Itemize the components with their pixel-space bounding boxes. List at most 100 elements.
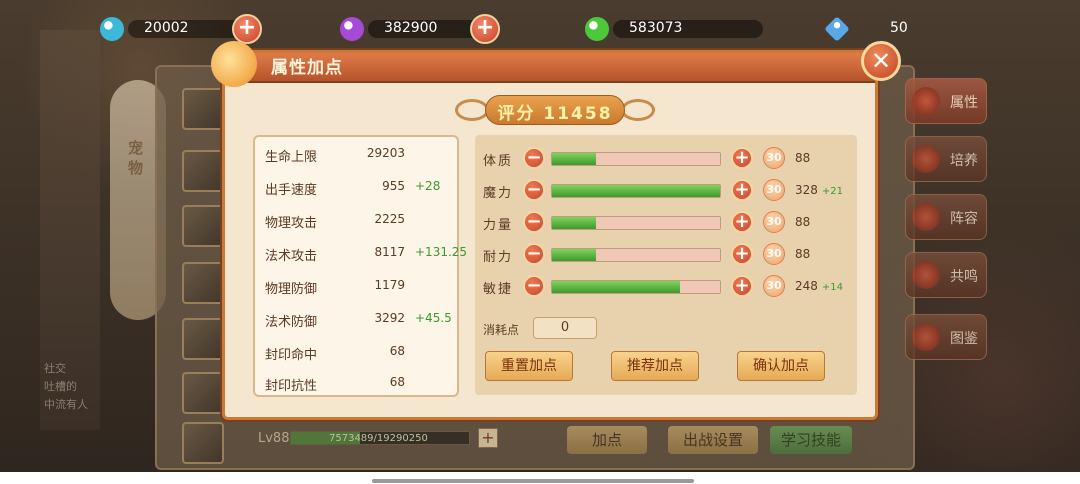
attribute-row-endurance: 耐力 − + 30 88 <box>475 241 857 267</box>
home-indicator[interactable] <box>372 479 694 483</box>
side-menu-training[interactable]: 培养 <box>905 136 987 182</box>
attribute-bar-fill <box>552 281 680 293</box>
score-label: 评分 11458 <box>497 104 613 124</box>
decrease-button[interactable]: − <box>523 211 545 233</box>
stat-value: 29203 <box>366 146 405 160</box>
stat-row: 法术防御 3292 +45.5 <box>255 308 459 330</box>
cyan-gem-icon <box>100 17 124 41</box>
increase-button[interactable]: + <box>731 275 753 297</box>
exp-plus-button[interactable]: + <box>478 428 498 448</box>
stat-row: 封印命中 68 <box>255 341 459 363</box>
currency-value: 50 <box>890 20 908 36</box>
stat-name: 生命上限 <box>265 150 318 165</box>
increase-button[interactable]: + <box>731 211 753 233</box>
attribute-value: 248 +14 <box>795 279 843 293</box>
currency-value: 382900 <box>384 20 438 36</box>
stat-row: 生命上限 29203 <box>255 143 459 165</box>
currency-purple: 382900 + <box>340 14 540 44</box>
stat-bonus: +131.25 <box>415 245 468 259</box>
attribute-bar <box>551 248 721 262</box>
learn-skill-button[interactable]: 学习技能 <box>770 426 852 454</box>
stat-value: 8117 <box>374 245 405 259</box>
attribute-bar <box>551 184 721 198</box>
stat-row: 法术攻击 8117 +131.25 <box>255 242 467 264</box>
stat-row: 物理防御 1179 <box>255 275 459 297</box>
attribute-row-strength: 力量 − + 30 88 <box>475 209 857 235</box>
attribute-bar-fill <box>552 249 596 261</box>
pet-thumbnail <box>182 422 224 464</box>
currency-value: 20002 <box>144 20 189 36</box>
chat-line: 社交 <box>44 362 66 375</box>
moon-icon <box>211 41 257 87</box>
confirm-points-button[interactable]: 确认加点 <box>737 351 825 381</box>
decrease-button[interactable]: − <box>523 179 545 201</box>
decrease-button[interactable]: − <box>523 275 545 297</box>
close-icon[interactable]: ✕ <box>861 41 901 81</box>
decrease-button[interactable]: − <box>523 243 545 265</box>
attribute-name: 魔力 <box>483 186 514 201</box>
codex-icon <box>912 323 940 351</box>
attribute-points-dialog: 属性加点 ✕ 评分 11458 生命上限 29203 出手速度 955 +28 … <box>211 41 901 420</box>
green-gem-icon <box>585 17 609 41</box>
stat-row: 封印抗性 68 <box>255 372 459 394</box>
side-menu-codex[interactable]: 图鉴 <box>905 314 987 360</box>
decrease-button[interactable]: − <box>523 147 545 169</box>
plate-left-ornament <box>455 99 489 121</box>
plate-right-ornament <box>621 99 655 121</box>
stat-name: 物理攻击 <box>265 216 318 231</box>
attribute-bonus: +21 <box>821 186 844 197</box>
currency-value: 583073 <box>629 20 683 36</box>
stat-name: 封印命中 <box>265 348 318 363</box>
stat-bonus: +45.5 <box>415 311 452 325</box>
attribute-row-magic: 魔力 − + 30 328 +21 <box>475 177 857 203</box>
stat-name: 封印抗性 <box>265 379 318 394</box>
reset-points-button[interactable]: 重置加点 <box>485 351 573 381</box>
step-amount[interactable]: 30 <box>763 147 785 169</box>
side-menu-attributes[interactable]: 属性 <box>905 78 987 124</box>
attribute-value-number: 248 <box>795 279 818 293</box>
chat-line: 吐槽的 <box>44 380 77 393</box>
exp-bar: 7573489/19290250 <box>290 431 470 445</box>
attribute-row-agility: 敏捷 − + 30 248 +14 <box>475 273 857 299</box>
side-menu-lineup[interactable]: 阵容 <box>905 194 987 240</box>
stat-name: 出手速度 <box>265 183 318 198</box>
stat-value: 2225 <box>374 212 405 226</box>
currency-green: 583073 <box>585 14 785 44</box>
stat-name: 法术防御 <box>265 315 318 330</box>
step-amount[interactable]: 30 <box>763 179 785 201</box>
dialog-title: 属性加点 <box>271 58 343 78</box>
attribute-bar <box>551 216 721 230</box>
attribute-value: 88 <box>795 247 814 261</box>
stat-row: 物理攻击 2225 <box>255 209 459 231</box>
attribute-value: 88 <box>795 215 814 229</box>
increase-button[interactable]: + <box>731 179 753 201</box>
side-menu-label: 共鸣 <box>950 269 978 285</box>
add-currency-button[interactable]: + <box>470 14 500 44</box>
attribute-name: 力量 <box>483 218 514 233</box>
attribute-row-constitution: 体质 − + 30 88 <box>475 145 857 171</box>
increase-button[interactable]: + <box>731 147 753 169</box>
resonance-icon <box>912 261 940 289</box>
attribute-name: 敏捷 <box>483 282 514 297</box>
step-amount[interactable]: 30 <box>763 211 785 233</box>
stat-name: 物理防御 <box>265 282 318 297</box>
step-amount[interactable]: 30 <box>763 243 785 265</box>
battle-settings-button[interactable]: 出战设置 <box>668 426 758 454</box>
pet-thumbnail <box>182 150 224 192</box>
stat-row: 出手速度 955 +28 <box>255 176 459 198</box>
attributes-icon <box>912 87 940 115</box>
attribute-value: 88 <box>795 151 814 165</box>
pet-thumbnail <box>182 318 224 360</box>
add-currency-button[interactable]: + <box>232 14 262 44</box>
add-points-button[interactable]: 加点 <box>567 426 647 454</box>
stat-value: 68 <box>389 344 405 358</box>
side-menu-resonance[interactable]: 共鸣 <box>905 252 987 298</box>
side-menu-label: 阵容 <box>950 211 978 227</box>
step-amount[interactable]: 30 <box>763 275 785 297</box>
currency-cyan: 20002 + <box>100 14 300 44</box>
pet-thumbnail <box>182 205 224 247</box>
recommend-points-button[interactable]: 推荐加点 <box>611 351 699 381</box>
pet-thumbnail <box>182 262 224 304</box>
lineup-icon <box>912 203 940 231</box>
increase-button[interactable]: + <box>731 243 753 265</box>
